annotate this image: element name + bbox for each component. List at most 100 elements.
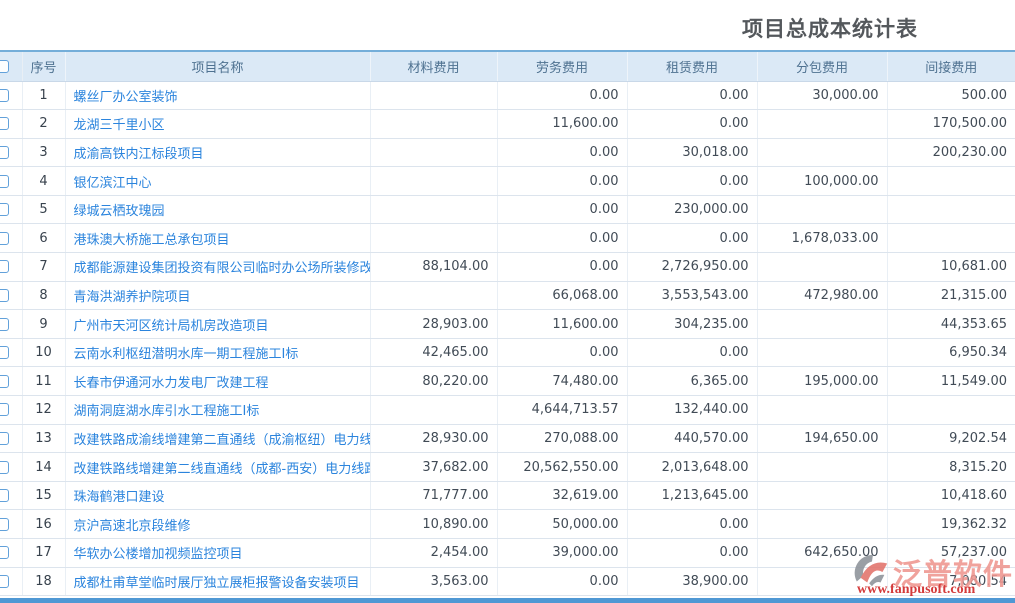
row-checkbox-cell — [0, 81, 22, 110]
row-checkbox[interactable] — [0, 117, 9, 130]
row-checkbox[interactable] — [0, 260, 9, 273]
rental-cost-cell: 0.00 — [627, 224, 757, 253]
row-checkbox[interactable] — [0, 203, 9, 216]
table-row: 7 成都能源建设集团投资有限公司临时办公场所装修改 88,104.00 0.00… — [0, 253, 1015, 282]
project-name-link[interactable]: 云南水利枢纽潜明水库一期工程施工I标 — [74, 347, 299, 362]
labor-cost-cell: 11,600.00 — [497, 110, 627, 139]
project-name-cell: 湖南洞庭湖水库引水工程施工I标 — [65, 396, 370, 425]
project-name-cell: 成都能源建设集团投资有限公司临时办公场所装修改 — [65, 253, 370, 282]
project-name-cell: 云南水利枢纽潜明水库一期工程施工I标 — [65, 338, 370, 367]
labor-cost-cell: 11,600.00 — [497, 310, 627, 339]
row-checkbox-cell — [0, 567, 22, 596]
row-checkbox[interactable] — [0, 403, 9, 416]
row-checkbox[interactable] — [0, 232, 9, 245]
horizontal-scrollbar[interactable] — [0, 598, 1015, 603]
row-checkbox-cell — [0, 310, 22, 339]
subcontract-cost-cell — [757, 510, 887, 539]
subcontract-cost-cell: 194,650.00 — [757, 424, 887, 453]
subcontract-cost-cell: 642,650.00 — [757, 539, 887, 568]
row-checkbox[interactable] — [0, 575, 9, 588]
project-name-link[interactable]: 绿城云栖玫瑰园 — [74, 204, 165, 219]
row-checkbox[interactable] — [0, 89, 9, 102]
project-name-link[interactable]: 青海洪湖养护院项目 — [74, 290, 191, 305]
rental-cost-cell: 38,900.00 — [627, 567, 757, 596]
cost-table: 序号 项目名称 材料费用 劳务费用 租赁费用 分包费用 间接费用 1 螺丝厂办公… — [0, 50, 1015, 596]
indirect-cost-cell — [887, 224, 1015, 253]
table-row: 4 银亿滨江中心 0.00 0.00 100,000.00 — [0, 167, 1015, 196]
select-all-checkbox[interactable] — [0, 60, 9, 73]
labor-cost-cell: 0.00 — [497, 567, 627, 596]
subcontract-cost-cell — [757, 396, 887, 425]
project-name-link[interactable]: 龙湖三千里小区 — [74, 118, 165, 133]
material-cost-cell: 10,890.00 — [370, 510, 497, 539]
project-name-link[interactable]: 银亿滨江中心 — [74, 176, 152, 191]
material-cost-cell — [370, 396, 497, 425]
rental-cost-cell: 1,213,645.00 — [627, 481, 757, 510]
page-title: 项目总成本统计表 — [742, 13, 918, 43]
row-index: 4 — [22, 167, 65, 196]
project-name-link[interactable]: 湖南洞庭湖水库引水工程施工I标 — [74, 404, 260, 419]
labor-cost-cell: 270,088.00 — [497, 424, 627, 453]
row-index: 12 — [22, 396, 65, 425]
indirect-cost-cell: 44,353.65 — [887, 310, 1015, 339]
labor-cost-cell: 0.00 — [497, 195, 627, 224]
row-checkbox[interactable] — [0, 175, 9, 188]
row-checkbox[interactable] — [0, 518, 9, 531]
project-name-link[interactable]: 改建铁路线增建第二线直通线（成都-西安）电力线路 — [74, 462, 371, 477]
rental-cost-cell: 132,440.00 — [627, 396, 757, 425]
indirect-cost-cell — [887, 167, 1015, 196]
row-checkbox-cell — [0, 110, 22, 139]
material-cost-cell: 88,104.00 — [370, 253, 497, 282]
labor-cost-cell: 0.00 — [497, 167, 627, 196]
row-checkbox-cell — [0, 253, 22, 282]
column-header-material-cost: 材料费用 — [370, 51, 497, 81]
table-row: 1 螺丝厂办公室装饰 0.00 0.00 30,000.00 500.00 — [0, 81, 1015, 110]
row-index: 8 — [22, 281, 65, 310]
row-checkbox[interactable] — [0, 318, 9, 331]
row-index: 2 — [22, 110, 65, 139]
row-index: 11 — [22, 367, 65, 396]
indirect-cost-cell: 7,080.54 — [887, 567, 1015, 596]
material-cost-cell: 42,465.00 — [370, 338, 497, 367]
indirect-cost-cell: 200,230.00 — [887, 138, 1015, 167]
subcontract-cost-cell — [757, 110, 887, 139]
subcontract-cost-cell — [757, 138, 887, 167]
row-checkbox[interactable] — [0, 346, 9, 359]
project-name-link[interactable]: 华软办公楼增加视频监控项目 — [74, 547, 243, 562]
project-name-link[interactable]: 改建铁路成渝线增建第二直通线（成渝枢纽）电力线路 — [74, 433, 371, 448]
rental-cost-cell: 304,235.00 — [627, 310, 757, 339]
project-total-cost-page: 项目总成本统计表 序号 项目名称 材料费用 劳务费用 租赁费用 分包费用 间接费… — [0, 0, 1015, 603]
material-cost-cell — [370, 224, 497, 253]
rental-cost-cell: 0.00 — [627, 167, 757, 196]
labor-cost-cell: 0.00 — [497, 224, 627, 253]
labor-cost-cell: 0.00 — [497, 81, 627, 110]
indirect-cost-cell: 57,237.00 — [887, 539, 1015, 568]
indirect-cost-cell: 19,362.32 — [887, 510, 1015, 539]
project-name-link[interactable]: 成渝高铁内江标段项目 — [74, 147, 204, 162]
indirect-cost-cell — [887, 396, 1015, 425]
row-checkbox[interactable] — [0, 489, 9, 502]
indirect-cost-cell: 9,202.54 — [887, 424, 1015, 453]
project-name-link[interactable]: 珠海鹤港口建设 — [74, 490, 165, 505]
project-name-link[interactable]: 成都能源建设集团投资有限公司临时办公场所装修改 — [74, 261, 371, 276]
row-checkbox-cell — [0, 138, 22, 167]
project-name-link[interactable]: 港珠澳大桥施工总承包项目 — [74, 233, 230, 248]
row-index: 14 — [22, 453, 65, 482]
project-name-link[interactable]: 京沪高速北京段维修 — [74, 519, 191, 534]
row-checkbox[interactable] — [0, 375, 9, 388]
project-name-link[interactable]: 广州市天河区统计局机房改造项目 — [74, 319, 269, 334]
rental-cost-cell: 440,570.00 — [627, 424, 757, 453]
row-checkbox[interactable] — [0, 146, 9, 159]
row-index: 18 — [22, 567, 65, 596]
header-checkbox-cell — [0, 51, 22, 81]
project-name-link[interactable]: 长春市伊通河水力发电厂改建工程 — [74, 376, 269, 391]
row-checkbox[interactable] — [0, 546, 9, 559]
project-name-link[interactable]: 成都杜甫草堂临时展厅独立展柜报警设备安装项目 — [74, 576, 360, 591]
row-checkbox[interactable] — [0, 289, 9, 302]
indirect-cost-cell: 170,500.00 — [887, 110, 1015, 139]
project-name-link[interactable]: 螺丝厂办公室装饰 — [74, 90, 178, 105]
table-row: 14 改建铁路线增建第二线直通线（成都-西安）电力线路 37,682.00 20… — [0, 453, 1015, 482]
table-row: 6 港珠澳大桥施工总承包项目 0.00 0.00 1,678,033.00 — [0, 224, 1015, 253]
row-checkbox[interactable] — [0, 461, 9, 474]
row-checkbox[interactable] — [0, 432, 9, 445]
